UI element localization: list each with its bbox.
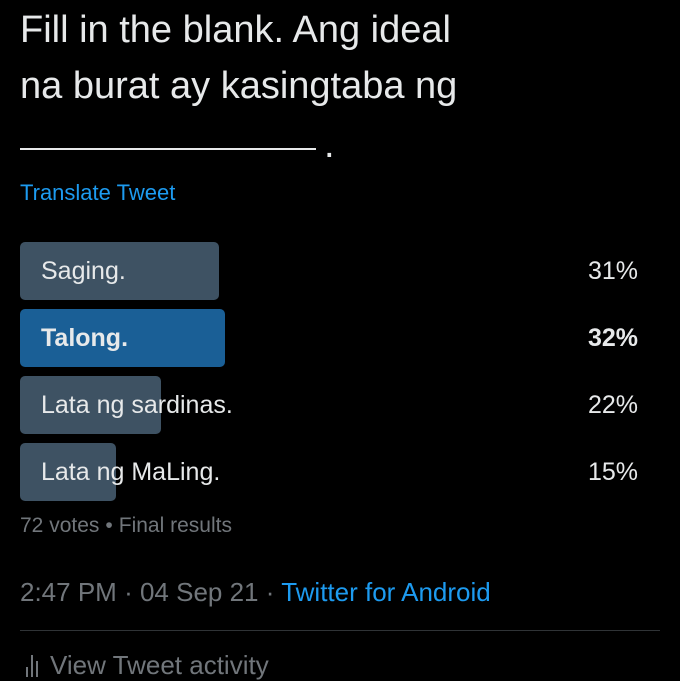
poll-option-label: Saging. bbox=[41, 257, 126, 285]
tweet-metadata: 2:47 PM · 04 Sep 21 · Twitter for Androi… bbox=[20, 577, 491, 608]
bar-chart-icon bbox=[26, 655, 38, 677]
poll-option-percent: 22% bbox=[587, 391, 638, 419]
poll-option-4: Lata ng MaLing. 15% bbox=[20, 443, 638, 501]
poll-option-percent: 15% bbox=[587, 458, 638, 486]
view-tweet-activity-button[interactable]: View Tweet activity bbox=[26, 650, 269, 681]
poll-status: Final results bbox=[118, 514, 232, 537]
poll-separator: • bbox=[105, 514, 113, 537]
poll-summary: 72 votes • Final results bbox=[20, 514, 232, 538]
tweet-source-link[interactable]: Twitter for Android bbox=[281, 577, 491, 607]
poll-option-percent: 31% bbox=[587, 257, 638, 285]
meta-separator: · bbox=[265, 577, 275, 607]
poll-option-label: Lata ng MaLing. bbox=[41, 458, 221, 486]
poll-option-2: Talong. 32% bbox=[20, 309, 638, 367]
tweet-text-line-1: Fill in the blank. Ang ideal bbox=[20, 9, 451, 51]
blank-period: . bbox=[324, 124, 335, 166]
poll-option-1: Saging. 31% bbox=[20, 242, 638, 300]
fill-in-blank-line bbox=[20, 148, 316, 150]
meta-separator: · bbox=[124, 577, 133, 607]
poll-option-label: Lata ng sardinas. bbox=[41, 391, 233, 419]
view-tweet-activity-label: View Tweet activity bbox=[50, 650, 269, 680]
tweet-text: Fill in the blank. Ang ideal na burat ay… bbox=[20, 2, 660, 114]
tweet-text-line-2: na burat ay kasingtaba ng bbox=[20, 65, 458, 107]
divider bbox=[20, 630, 660, 631]
poll-option-3: Lata ng sardinas. 22% bbox=[20, 376, 638, 434]
poll-option-label: Talong. bbox=[41, 324, 129, 352]
poll-option-percent: 32% bbox=[587, 324, 638, 352]
translate-tweet-link[interactable]: Translate Tweet bbox=[20, 180, 175, 206]
tweet-time[interactable]: 2:47 PM bbox=[20, 577, 117, 607]
tweet-date[interactable]: 04 Sep 21 bbox=[140, 577, 259, 607]
poll: Saging. 31% Talong. 32% Lata ng sardinas… bbox=[20, 242, 638, 510]
poll-vote-count: 72 votes bbox=[20, 514, 100, 537]
